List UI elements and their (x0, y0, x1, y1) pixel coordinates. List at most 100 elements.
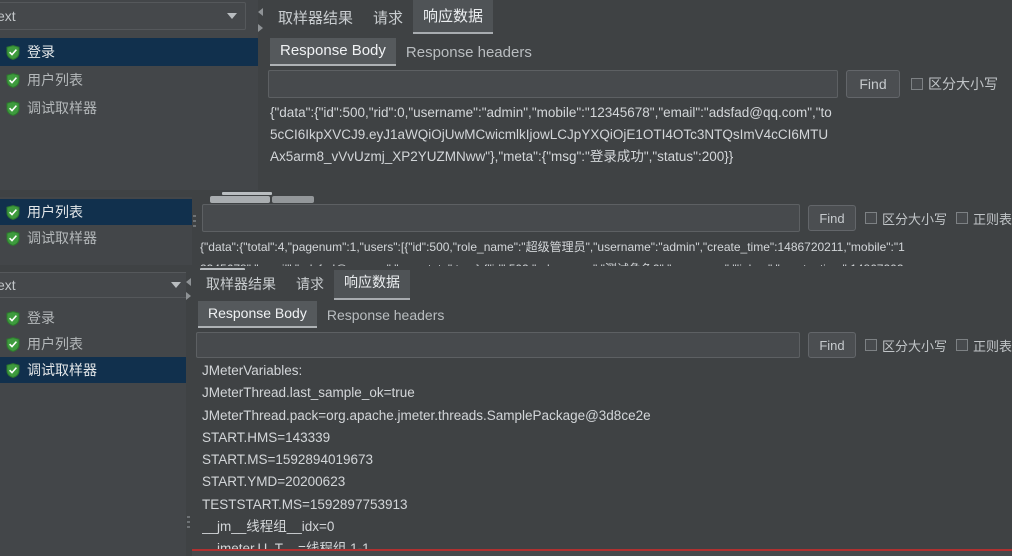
response-line: 5cCI6IkpXVCJ9.eyJ1aWQiOjUwMCwicmlkIjowLC… (270, 127, 829, 142)
top-tree-list[interactable]: 登录 用户列表 调试取样器 (0, 38, 258, 122)
splitter-grip-dots[interactable] (193, 215, 196, 230)
tree-item-debug-sampler[interactable]: 调试取样器 (0, 94, 258, 122)
variable-line: JMeterVariables: (202, 363, 303, 378)
bottom-status-strip (192, 551, 1012, 556)
bottom-tree-type-combo-value: ext (0, 277, 16, 293)
variable-line: TESTSTART.MS=1592897753913 (202, 496, 408, 512)
subtab-response-headers[interactable]: Response headers (317, 303, 455, 328)
match-case-label: 区分大小写 (882, 338, 948, 354)
middle-scroll-thumb-right[interactable] (272, 196, 314, 203)
match-case-checkbox-wrap[interactable]: 区分大小写 (865, 209, 947, 228)
bottom-tree-list[interactable]: 登录 用户列表 调试取样器 (0, 305, 186, 383)
match-case-label: 区分大小写 (882, 211, 948, 227)
top-tree-type-combo[interactable]: ext (0, 2, 246, 30)
variable-line: START.MS=1592894019673 (202, 452, 373, 468)
bottom-response-pane: 取样器结果 请求 响应数据 Response Body Response hea… (192, 270, 1012, 556)
tree-item-label: 用户列表 (27, 204, 83, 220)
middle-tree-list[interactable]: 用户列表 调试取样器 (0, 199, 192, 251)
splitter-collapse-left-icon[interactable] (186, 278, 191, 286)
tab-sampler-result[interactable]: 取样器结果 (268, 2, 363, 34)
tree-item-debug-sampler[interactable]: 调试取样器 (0, 357, 186, 383)
subtab-response-headers[interactable]: Response headers (396, 40, 542, 66)
tree-item-label: 用户列表 (27, 336, 83, 352)
tree-item-label: 登录 (27, 44, 55, 60)
middle-find-row: Find 区分大小写 正则表达式 (198, 204, 1012, 232)
shield-check-icon (6, 44, 20, 60)
search-input[interactable] (202, 204, 800, 232)
tree-item-login[interactable]: 登录 (0, 305, 186, 331)
top-find-row: Find 区分大小写 (264, 70, 1012, 98)
middle-scroll-thumb-left[interactable] (210, 196, 270, 203)
tree-item-user-list[interactable]: 用户列表 (0, 66, 258, 94)
regex-checkbox[interactable] (956, 212, 969, 224)
chevron-down-icon (227, 13, 237, 19)
bottom-result-tabs[interactable]: 取样器结果 请求 响应数据 (192, 270, 1012, 300)
find-button[interactable]: Find (808, 332, 856, 358)
search-input[interactable] (196, 332, 800, 358)
match-case-checkbox[interactable] (911, 78, 923, 90)
response-line: {"data":{"id":500,"rid":0,"username":"ad… (270, 105, 832, 120)
splitter-collapse-right-icon[interactable] (258, 24, 263, 32)
subtab-response-body[interactable]: Response Body (198, 301, 317, 328)
variable-line: JMeterThread.last_sample_ok=true (202, 385, 415, 401)
shield-check-icon (6, 230, 20, 246)
top-response-subtabs[interactable]: Response Body Response headers (264, 34, 1012, 66)
tree-item-label: 调试取样器 (27, 362, 97, 378)
shield-check-icon (6, 100, 20, 116)
bottom-response-body-text[interactable]: JMeterVariables: JMeterThread.last_sampl… (192, 358, 1012, 556)
regex-checkbox[interactable] (956, 339, 969, 351)
tree-item-debug-sampler[interactable]: 调试取样器 (0, 225, 192, 251)
bottom-tree-column: ext 登录 用户列表 调试取样器 (0, 272, 186, 556)
tree-item-login[interactable]: 登录 (0, 38, 258, 66)
response-line: {"data":{"total":4,"pagenum":1,"users":[… (200, 240, 905, 254)
bottom-find-row: Find 区分大小写 正则表达式 (192, 332, 1012, 358)
variable-line: START.YMD=20200623 (202, 474, 346, 490)
chevron-down-icon (171, 282, 181, 288)
tree-item-label: 调试取样器 (27, 100, 97, 116)
middle-tree-column: 用户列表 调试取样器 (0, 197, 192, 265)
tab-request[interactable]: 请求 (363, 2, 413, 34)
top-result-tabs[interactable]: 取样器结果 请求 响应数据 (264, 0, 1012, 34)
tree-item-user-list[interactable]: 用户列表 (0, 331, 186, 357)
bottom-response-subtabs[interactable]: Response Body Response headers (192, 300, 1012, 328)
response-line: Ax5arm8_vVvUzmj_XP2YUZMNww"},"meta":{"ms… (270, 149, 734, 164)
variable-line: __jm__线程组__idx=0 (202, 519, 335, 535)
middle-response-pane: Find 区分大小写 正则表达式 {"data":{"total":4,"pag… (198, 196, 1012, 268)
match-case-checkbox[interactable] (865, 339, 877, 351)
top-response-body-text[interactable]: {"data":{"id":500,"rid":0,"username":"ad… (264, 98, 1012, 168)
shield-check-icon (6, 310, 20, 326)
shield-check-icon (6, 72, 20, 88)
tab-request[interactable]: 请求 (286, 270, 334, 300)
search-input[interactable] (268, 70, 838, 98)
match-case-checkbox-wrap[interactable]: 区分大小写 (911, 74, 998, 94)
regex-label: 正则表达式 (973, 211, 1012, 227)
shield-check-icon (6, 336, 20, 352)
splitter-grip-dots[interactable] (187, 516, 190, 531)
tab-response-data[interactable]: 响应数据 (334, 270, 410, 300)
splitter-collapse-right-icon[interactable] (186, 292, 191, 300)
splitter-grip[interactable] (222, 192, 272, 195)
top-tree-type-combo-value: ext (0, 8, 16, 24)
subtab-response-body[interactable]: Response Body (270, 38, 396, 66)
top-response-pane: 取样器结果 请求 响应数据 Response Body Response hea… (264, 0, 1012, 196)
variable-line: START.HMS=143339 (202, 429, 331, 445)
tree-item-label: 登录 (27, 310, 55, 326)
bottom-tree-type-combo[interactable]: ext (0, 272, 186, 298)
tree-item-label: 用户列表 (27, 72, 83, 88)
tree-item-user-list[interactable]: 用户列表 (0, 199, 192, 225)
variable-line: JMeterThread.pack=org.apache.jmeter.thre… (202, 407, 651, 423)
shield-check-icon (6, 362, 20, 378)
find-button[interactable]: Find (808, 205, 856, 231)
middle-response-body-text[interactable]: {"data":{"total":4,"pagenum":1,"users":[… (198, 232, 1012, 268)
tab-sampler-result[interactable]: 取样器结果 (196, 270, 286, 300)
match-case-checkbox[interactable] (865, 212, 877, 224)
match-case-checkbox-wrap[interactable]: 区分大小写 (865, 336, 947, 355)
splitter-collapse-left-icon[interactable] (258, 8, 263, 16)
top-tree-column: ext 登录 用户列表 调试取样器 (0, 0, 258, 196)
regex-checkbox-wrap[interactable]: 正则表达式 (956, 209, 1012, 228)
find-button[interactable]: Find (846, 70, 900, 98)
regex-label: 正则表达式 (973, 338, 1012, 354)
regex-checkbox-wrap[interactable]: 正则表达式 (956, 336, 1012, 355)
tab-response-data[interactable]: 响应数据 (413, 0, 494, 34)
match-case-label: 区分大小写 (928, 76, 998, 92)
